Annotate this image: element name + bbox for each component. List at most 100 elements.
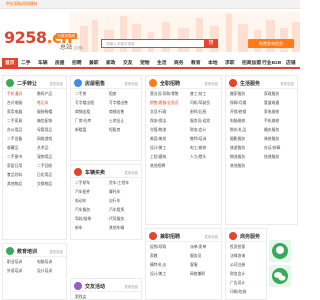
list-item[interactable]: 促销/导购 — [150, 245, 166, 250]
panel-post-link[interactable]: 发布信息 — [204, 81, 218, 86]
nav-item-life[interactable]: 生活 — [157, 58, 167, 69]
panel-post-link[interactable]: 发布信息 — [124, 284, 138, 289]
list-item[interactable]: 办证/刻章 — [264, 146, 280, 151]
list-item[interactable]: 保姆/月嫂 — [230, 101, 246, 106]
list-item[interactable]: 仓管/物流 — [150, 128, 166, 133]
list-item[interactable]: 网络兼职 — [190, 272, 205, 277]
panel-title[interactable]: 全职招聘 — [160, 80, 180, 87]
list-item[interactable]: 其他车辆 — [109, 226, 124, 231]
list-item[interactable]: 电动车 — [75, 199, 86, 204]
panel-post-link[interactable]: 发布信息 — [49, 249, 63, 254]
nav-item-local[interactable]: 本地 — [208, 58, 218, 69]
list-item[interactable]: 派单/发单 — [190, 245, 206, 250]
list-item[interactable]: 家电维修 — [264, 110, 279, 115]
list-item[interactable]: 人力/猎头 — [190, 155, 206, 160]
list-item[interactable]: 职业培训 — [7, 260, 22, 265]
nav-item-shops[interactable]: 店铺 — [286, 58, 296, 69]
list-item[interactable]: 写字楼出租 — [75, 101, 94, 106]
nav-item-b2b[interactable]: 行业B2B — [262, 58, 281, 69]
nav-item-pets[interactable]: 宠物 — [140, 58, 150, 69]
list-item[interactable]: 自行车 — [109, 199, 120, 204]
list-item[interactable]: 宠物用品 — [37, 155, 52, 160]
list-item[interactable]: 设计/美工 — [150, 146, 166, 151]
nav-item-home[interactable]: 首页 — [2, 58, 18, 69]
list-item[interactable]: 台式电脑 — [7, 101, 22, 106]
panel-title[interactable]: 生活服务 — [240, 80, 260, 87]
list-item[interactable]: 数码产品 — [37, 92, 52, 97]
list-item[interactable]: 电脑培训 — [37, 260, 52, 265]
list-item[interactable]: 服务员/迎宾 — [190, 119, 210, 124]
list-item[interactable]: 印刷/包装 — [230, 290, 246, 295]
list-item[interactable]: 租房 — [109, 92, 117, 97]
list-item[interactable]: 公司注册 — [230, 263, 245, 268]
list-item[interactable]: 婚庆服务 — [264, 128, 279, 133]
side-ad-qq[interactable] — [269, 240, 291, 262]
list-item[interactable]: 笔记本 — [37, 101, 48, 106]
list-item[interactable]: 交换物品 — [37, 182, 52, 187]
list-item[interactable]: 法律咨询 — [230, 254, 245, 259]
list-item[interactable]: 管道疏通 — [264, 101, 279, 106]
nav-item-parttime[interactable]: 兼职 — [89, 58, 99, 69]
nav-item-cars[interactable]: 车辆 — [38, 58, 48, 69]
list-item[interactable]: 货车/工程车 — [109, 181, 129, 186]
nav-item-dating[interactable]: 交友 — [123, 58, 133, 69]
list-item[interactable]: 设计培训 — [37, 269, 52, 274]
list-item[interactable]: 二手轿车 — [75, 181, 90, 186]
list-item[interactable]: 文员/行政 — [150, 110, 166, 115]
list-item[interactable]: 销售/客服/业务员 — [150, 101, 179, 106]
list-item[interactable]: 财务/会计 — [190, 128, 206, 133]
list-item[interactable]: 电工/维修 — [190, 146, 206, 151]
list-item[interactable]: 家居日用 — [7, 164, 22, 169]
panel-post-link[interactable]: 发布信息 — [204, 234, 218, 239]
panel-title[interactable]: 二手转让 — [17, 80, 37, 87]
list-item[interactable]: 二手设备 — [7, 137, 22, 142]
nav-item-franchise[interactable]: 招商加盟 — [242, 58, 261, 69]
list-item[interactable]: 服务员 — [190, 254, 201, 259]
search-button[interactable]: 搜 — [204, 39, 218, 48]
list-item[interactable]: 教师/培训 — [190, 137, 206, 142]
list-item[interactable]: 新楼盘 — [75, 128, 86, 133]
panel-post-link[interactable]: 发布信息 — [124, 170, 138, 175]
panel-post-link[interactable]: 发布信息 — [280, 81, 294, 86]
list-item[interactable]: 写字楼出售 — [109, 101, 128, 106]
nav-item-jobs[interactable]: 招聘 — [72, 58, 82, 69]
list-item[interactable]: 办公用品 — [7, 128, 22, 133]
list-item[interactable]: 鲜花/礼品 — [230, 128, 246, 133]
panel-post-link[interactable]: 发布信息 — [124, 81, 138, 86]
nav-item-housekeeping[interactable]: 家政 — [106, 58, 116, 69]
list-item[interactable]: 模特/礼仪 — [150, 263, 166, 268]
list-item[interactable]: 日化用品 — [37, 173, 52, 178]
list-item[interactable]: 食品饮料 — [7, 173, 22, 178]
list-item[interactable]: 商铺出售 — [109, 110, 124, 115]
list-item[interactable]: 摄影服务 — [230, 137, 245, 142]
list-item[interactable]: 投资担保 — [230, 245, 245, 250]
list-item[interactable]: 二手房 — [75, 92, 86, 97]
list-item[interactable]: 普工/技工 — [190, 92, 206, 97]
list-item[interactable]: 驾校/陪练 — [75, 217, 91, 222]
panel-title[interactable]: 兼职招聘 — [160, 233, 180, 240]
list-item[interactable]: 艺术品 — [37, 146, 48, 151]
list-item[interactable]: 二手图书 — [7, 155, 22, 160]
panel-post-link[interactable]: 发布信息 — [240, 233, 317, 238]
nav-item-edu[interactable]: 教育 — [191, 58, 201, 69]
panel-title[interactable]: 车辆买卖 — [85, 169, 105, 176]
list-item[interactable]: 短租房 — [109, 128, 120, 133]
list-item[interactable]: 保安/保洁 — [150, 119, 166, 124]
list-item[interactable]: 箱包配饰 — [37, 119, 52, 124]
list-item[interactable]: 广告设计 — [230, 281, 245, 286]
list-item[interactable]: 新车 — [75, 226, 83, 231]
list-item[interactable]: 快递服务 — [264, 155, 279, 160]
list-item[interactable]: 其他服务 — [230, 164, 245, 169]
list-item[interactable]: 设计/美工 — [150, 272, 166, 277]
nav-item-house[interactable]: 房屋 — [55, 58, 65, 69]
search-input[interactable]: 请输入关键字搜索 — [101, 39, 208, 48]
list-item[interactable]: 客服 — [190, 263, 198, 268]
list-item[interactable]: 搬家服务 — [230, 92, 245, 97]
panel-title[interactable]: 教育培训 — [17, 248, 37, 255]
list-item[interactable]: 代驾服务 — [109, 217, 124, 222]
list-item[interactable]: 手机维修 — [264, 119, 279, 124]
city-switch-link[interactable]: [切换] — [74, 46, 83, 50]
city-selector[interactable]: 总站 [切换] — [60, 42, 83, 51]
side-ad-wechat[interactable] — [269, 265, 291, 287]
list-item[interactable]: 工程/建筑 — [150, 155, 166, 160]
